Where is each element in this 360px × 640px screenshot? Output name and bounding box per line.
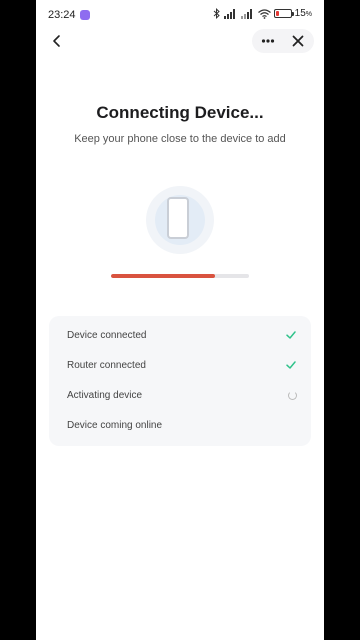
battery-icon (273, 9, 294, 18)
step-device-connected: Device connected (67, 325, 297, 345)
phone-illustration (146, 186, 214, 254)
step-label: Device coming online (67, 419, 163, 431)
check-icon (286, 361, 296, 369)
page-subtitle: Keep your phone close to the device to a… (74, 133, 286, 145)
step-router-connected: Router connected (67, 355, 297, 375)
signal-icon (223, 8, 238, 19)
step-device-coming-online: Device coming online (67, 415, 297, 435)
battery-level: 15 (294, 8, 306, 19)
step-label: Router connected (67, 359, 146, 371)
loading-spinner-icon (288, 390, 297, 400)
page-title: Connecting Device... (96, 103, 264, 122)
steps-card: Device connected Router connected Activa… (49, 316, 311, 446)
phone-icon (167, 197, 189, 239)
bluetooth-icon (213, 8, 220, 19)
step-label: Device connected (67, 329, 147, 341)
status-time: 23:24 (48, 9, 76, 21)
wifi-icon (257, 8, 271, 19)
capsule-menu (252, 29, 314, 53)
back-chevron-icon[interactable] (50, 34, 64, 48)
progress-fill (111, 274, 215, 278)
signal-icon (240, 8, 255, 19)
check-icon (286, 331, 296, 339)
step-label: Activating device (67, 389, 143, 401)
connection-progress-bar (111, 274, 249, 278)
app-notification-icon (80, 10, 90, 20)
nav-bar (36, 28, 324, 56)
app-screen: 23:24 15% Connecting Device... Keep your… (36, 0, 324, 640)
battery-unit: % (305, 11, 312, 18)
step-activating-device: Activating device (67, 385, 297, 405)
more-dots-icon[interactable] (260, 33, 276, 49)
status-icons: 15% (213, 8, 312, 19)
close-icon[interactable] (290, 33, 306, 49)
